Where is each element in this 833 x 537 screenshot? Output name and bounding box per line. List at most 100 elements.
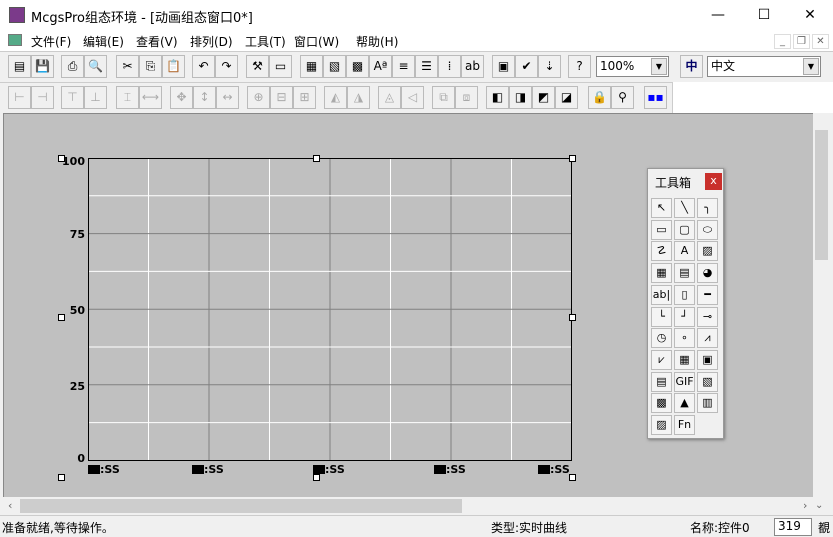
palette-button[interactable]: ▪▪ <box>644 86 667 109</box>
toolbox-tool[interactable]: Fn <box>674 415 695 435</box>
menu-item[interactable]: 编辑(E) <box>83 33 124 50</box>
group-button[interactable]: ⧉ <box>432 86 455 109</box>
scroll-left-icon[interactable]: ‹ <box>8 499 12 512</box>
align-text-button[interactable]: ☰ <box>415 55 438 78</box>
lock-button[interactable]: 🔒 <box>588 86 611 109</box>
menu-item[interactable]: 工具(T) <box>245 33 286 50</box>
resize-handle[interactable] <box>58 474 65 481</box>
toolbox-tool[interactable]: ┘ <box>674 306 695 327</box>
center-horiz-button[interactable]: ⊟ <box>270 86 293 109</box>
minimize-button[interactable]: — <box>695 0 741 31</box>
maximize-button[interactable]: ☐ <box>741 0 787 31</box>
anchor-button[interactable]: ⚲ <box>611 86 634 109</box>
toolbox-tool[interactable]: ↖ <box>651 198 672 218</box>
cut-button[interactable]: ✂ <box>116 55 139 78</box>
font-color-button[interactable]: ▩ <box>346 55 369 78</box>
scroll-right-icon[interactable]: › <box>803 499 807 512</box>
center-vert-button[interactable]: ⊞ <box>293 86 316 109</box>
horizontal-scroll-thumb[interactable] <box>20 499 462 513</box>
line-style-button[interactable]: ≡ <box>392 55 415 78</box>
menu-item[interactable]: 查看(V) <box>136 33 178 50</box>
bring-front-button[interactable]: ◧ <box>486 86 509 109</box>
print-button[interactable]: ⎙ <box>61 55 84 78</box>
resize-handle[interactable] <box>58 155 65 162</box>
same-size-button[interactable]: ✥ <box>170 86 193 109</box>
menu-item[interactable]: 窗口(W) <box>294 33 339 50</box>
forward-button[interactable]: ◩ <box>532 86 555 109</box>
toolbox-tool[interactable]: ▤ <box>674 263 695 284</box>
language-select[interactable]: 中文 ▼ <box>707 56 821 77</box>
toolbox-tool[interactable]: ◕ <box>697 263 718 284</box>
toolbox-tool[interactable]: ▭ <box>651 219 672 240</box>
mdi-minimize-button[interactable]: _ <box>774 34 791 49</box>
mdi-restore-button[interactable]: ❐ <box>793 34 810 49</box>
menu-item[interactable]: 文件(F) <box>31 33 71 50</box>
new-window-button[interactable]: ▤ <box>8 55 31 78</box>
text-edit-button[interactable]: ab <box>461 55 484 78</box>
toolbox-button[interactable]: ⚒ <box>246 55 269 78</box>
toolbox-tool[interactable]: ▦ <box>674 349 695 370</box>
status-value-field[interactable]: 319 <box>774 518 812 536</box>
toolbox-tool[interactable]: ▧ <box>697 371 718 392</box>
toolbox-tool[interactable]: ▤ <box>651 371 672 392</box>
rotate-right-button[interactable]: ◮ <box>347 86 370 109</box>
toolbox-tool[interactable]: ⩘ <box>697 328 718 349</box>
toolbox-tool[interactable]: ▲ <box>674 393 695 414</box>
toolbox-tool[interactable]: ⬭ <box>697 219 718 240</box>
order-button[interactable]: ⇣ <box>538 55 561 78</box>
redo-button[interactable]: ↷ <box>215 55 238 78</box>
ungroup-button[interactable]: ⧈ <box>455 86 478 109</box>
toolbox-tool[interactable]: ▣ <box>697 349 718 370</box>
frame-button[interactable]: ▭ <box>269 55 292 78</box>
send-back-button[interactable]: ◨ <box>509 86 532 109</box>
chevron-down-icon[interactable]: ▼ <box>651 58 667 75</box>
vertical-scroll-thumb[interactable] <box>815 130 828 260</box>
check-button[interactable]: ✔ <box>515 55 538 78</box>
toolbox-tool[interactable]: ▨ <box>651 415 672 435</box>
center-both-button[interactable]: ⊕ <box>247 86 270 109</box>
menu-item[interactable]: 帮助(H) <box>356 33 398 50</box>
toolbox-tool[interactable]: ▯ <box>674 284 695 305</box>
align-top-button[interactable]: ⊤ <box>61 86 84 109</box>
toolbox-tool[interactable]: └ <box>651 306 672 327</box>
resize-handle[interactable] <box>313 155 320 162</box>
chevron-down-icon[interactable]: ▼ <box>803 58 819 75</box>
same-width-button[interactable]: ↔ <box>216 86 239 109</box>
toolbox-tool[interactable]: ╲ <box>674 198 695 218</box>
close-button[interactable]: ✕ <box>787 0 833 31</box>
undo-button[interactable]: ↶ <box>192 55 215 78</box>
toolbox-tool[interactable]: ▨ <box>697 241 718 262</box>
font-button[interactable]: Aª <box>369 55 392 78</box>
center-v-button[interactable]: ⌶ <box>116 86 139 109</box>
toolbox-tool[interactable]: ▥ <box>697 393 718 414</box>
properties-button[interactable]: ▣ <box>492 55 515 78</box>
fill-color-button[interactable]: ▦ <box>300 55 323 78</box>
toolbox-tool[interactable]: ⊸ <box>697 306 718 327</box>
realtime-curve-plot[interactable] <box>88 158 573 462</box>
toolbox-tool[interactable]: ◷ <box>651 328 672 349</box>
print-preview-button[interactable]: 🔍 <box>84 55 107 78</box>
resize-handle[interactable] <box>58 314 65 321</box>
toolbox-close-button[interactable]: x <box>705 173 722 190</box>
toolbox-tool[interactable]: ab| <box>651 284 672 305</box>
zoom-select[interactable]: 100% ▼ <box>596 56 669 77</box>
toolbox-tool[interactable]: ∘ <box>674 328 695 349</box>
align-bottom-button[interactable]: ⊥ <box>84 86 107 109</box>
resize-handle[interactable] <box>569 155 576 162</box>
scroll-down-icon[interactable]: ⌄ <box>815 500 823 511</box>
toolbox-tool[interactable]: GIF <box>674 371 695 392</box>
copy-button[interactable]: ⎘ <box>139 55 162 78</box>
line-color-button[interactable]: ▧ <box>323 55 346 78</box>
center-h-button[interactable]: ⟷ <box>139 86 162 109</box>
toolbox-tool[interactable]: ━ <box>697 284 718 305</box>
toolbox-tool[interactable]: A <box>674 241 695 262</box>
toolbox-tool[interactable]: ▦ <box>651 263 672 284</box>
toolbox-tool[interactable]: ▩ <box>651 393 672 414</box>
resize-handle[interactable] <box>569 474 576 481</box>
align-right-button[interactable]: ⊣ <box>31 86 54 109</box>
backward-button[interactable]: ◪ <box>555 86 578 109</box>
language-icon[interactable]: 中 <box>680 55 703 78</box>
flip-h-button[interactable]: ◬ <box>378 86 401 109</box>
menu-item[interactable]: 排列(D) <box>190 33 233 50</box>
toolbox-tool[interactable]: ☡ <box>651 241 672 262</box>
